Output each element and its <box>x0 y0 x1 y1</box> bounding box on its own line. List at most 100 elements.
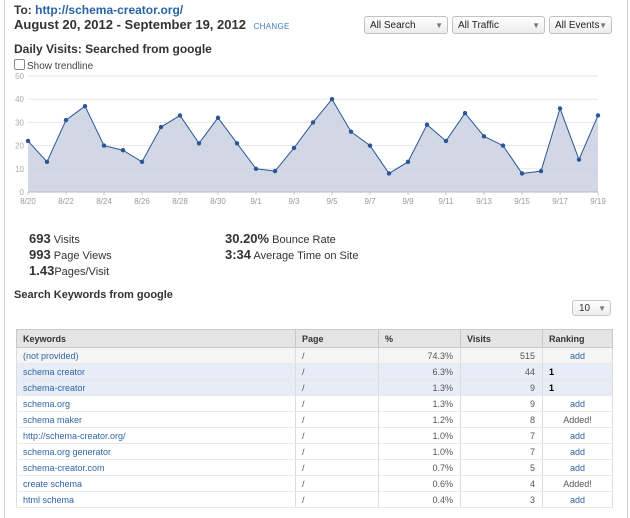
x-tick-label: 8/24 <box>96 197 112 206</box>
rows-per-page-select[interactable]: 10 ▼ <box>572 300 611 316</box>
pages-per-visit-value: 1.43 <box>29 263 55 278</box>
keyword-cell[interactable]: schema creator <box>16 363 296 380</box>
daily-visits-chart: 0 10 20 30 40 50 8/20 8/22 8/24 8/26 8/28 8/30 9/1 9/… <box>15 72 606 206</box>
visits-stat: 693 Visits <box>29 231 80 246</box>
table-row: schema creator/6.3% 44 1 <box>16 363 613 380</box>
y-tick-label: 10 <box>15 165 24 174</box>
percent-cell: 0.7% <box>378 459 461 476</box>
page-cell: / <box>295 443 379 460</box>
keyword-cell[interactable]: schema maker <box>16 411 296 428</box>
keyword-cell[interactable]: schema-creator <box>16 379 296 396</box>
rows-per-page-value: 10 <box>579 303 591 314</box>
change-date-link[interactable]: CHANGE <box>254 22 290 31</box>
chart-title: Daily Visits: Searched from google <box>14 42 212 56</box>
visits-cell: 7 <box>460 443 543 460</box>
avg-time-label: Average Time on Site <box>253 250 359 262</box>
add-ranking-link[interactable]: add <box>570 447 585 457</box>
percent-cell: 1.0% <box>378 443 461 460</box>
percent-cell: 1.3% <box>378 379 461 396</box>
ranking-cell: add <box>542 395 613 412</box>
chevron-down-icon: ▼ <box>532 21 540 30</box>
ranking-cell: add <box>542 427 613 444</box>
x-tick-label: 9/3 <box>288 197 300 206</box>
avg-time-value: 3:34 <box>225 247 252 262</box>
data-point <box>44 159 50 165</box>
keyword-cell[interactable]: (not provided) <box>16 347 296 364</box>
data-point <box>367 143 373 148</box>
date-range: August 20, 2012 - September 19, 2012 <box>14 17 246 32</box>
keyword-cell[interactable]: http://schema-creator.org/ <box>16 427 296 444</box>
events-filter-select[interactable]: All Events ▼ <box>549 16 612 34</box>
x-tick-label: 9/15 <box>514 197 530 206</box>
ranking-cell: 1 <box>542 379 613 396</box>
data-point <box>25 138 31 144</box>
y-tick-label: 50 <box>15 72 24 81</box>
x-tick-label: 9/7 <box>364 197 376 206</box>
data-point <box>82 103 88 109</box>
data-point <box>177 113 183 118</box>
data-point <box>405 159 411 165</box>
date-range-row: August 20, 2012 - September 19, 2012 CHA… <box>14 17 290 32</box>
traffic-filter-select[interactable]: All Traffic ▼ <box>452 16 545 34</box>
page-cell: / <box>295 379 379 396</box>
to-label: To: <box>14 3 32 17</box>
column-header-visits[interactable]: Visits <box>460 329 543 348</box>
x-tick-label: 9/1 <box>250 197 262 206</box>
add-ranking-link[interactable]: add <box>570 399 585 409</box>
table-row: schema-creator.com/0.7% 5 add <box>16 459 613 476</box>
keyword-cell[interactable]: create schema <box>16 475 296 492</box>
column-header-ranking[interactable]: Ranking <box>542 329 613 348</box>
column-header-page[interactable]: Page <box>295 329 379 348</box>
ranking-cell: add <box>542 347 613 364</box>
data-point <box>310 120 316 125</box>
data-point <box>481 134 487 139</box>
keywords-table: Keywords Page % Visits Ranking (not prov… <box>16 329 613 508</box>
percent-cell: 1.0% <box>378 427 461 444</box>
data-point <box>576 157 582 162</box>
x-tick-label: 8/20 <box>20 197 36 206</box>
ranking-cell: add <box>542 459 613 476</box>
data-point <box>272 168 278 174</box>
percent-cell: 0.6% <box>378 475 461 492</box>
add-ranking-link[interactable]: add <box>570 431 585 441</box>
ranking-cell: add <box>542 443 613 460</box>
visits-cell: 4 <box>460 475 543 492</box>
search-filter-select[interactable]: All Search ▼ <box>364 16 448 34</box>
data-point <box>63 117 69 123</box>
data-point <box>139 159 145 165</box>
data-point <box>348 129 354 134</box>
page-cell: / <box>295 395 379 412</box>
add-ranking-link[interactable]: add <box>570 351 585 361</box>
column-header-percent[interactable]: % <box>378 329 461 348</box>
data-point <box>424 122 430 127</box>
x-tick-label: 9/13 <box>476 197 492 206</box>
keyword-cell[interactable]: schema.org <box>16 395 296 412</box>
data-point <box>538 168 544 174</box>
table-row: create schema/0.6% 4 Added! <box>16 475 613 492</box>
data-point <box>215 115 221 120</box>
table-row: schema maker/1.2% 8 Added! <box>16 411 613 428</box>
pages-per-visit-label: Pages/Visit <box>54 266 110 278</box>
table-row: schema.org/1.3% 9 add <box>16 395 613 412</box>
data-point <box>595 113 601 118</box>
x-tick-label: 8/22 <box>58 197 74 206</box>
column-header-keywords[interactable]: Keywords <box>16 329 296 348</box>
page-cell: / <box>295 475 379 492</box>
ranking-cell: Added! <box>542 411 613 428</box>
chevron-down-icon: ▼ <box>435 21 443 30</box>
keyword-cell[interactable]: html schema <box>16 491 296 508</box>
visits-cell: 44 <box>460 363 543 380</box>
data-point <box>500 143 506 148</box>
page-cell: / <box>295 411 379 428</box>
site-url-link[interactable]: http://schema-creator.org/ <box>35 3 183 17</box>
add-ranking-link[interactable]: add <box>570 463 585 473</box>
x-tick-label: 8/28 <box>172 197 188 206</box>
y-tick-label: 40 <box>15 95 24 104</box>
add-ranking-link[interactable]: add <box>570 495 585 505</box>
keyword-cell[interactable]: schema.org generator <box>16 443 296 460</box>
ranking-cell: Added! <box>542 475 613 492</box>
pageviews-stat: 993 Page Views <box>29 247 112 262</box>
percent-cell: 74.3% <box>378 347 461 364</box>
visits-cell: 3 <box>460 491 543 508</box>
keyword-cell[interactable]: schema-creator.com <box>16 459 296 476</box>
